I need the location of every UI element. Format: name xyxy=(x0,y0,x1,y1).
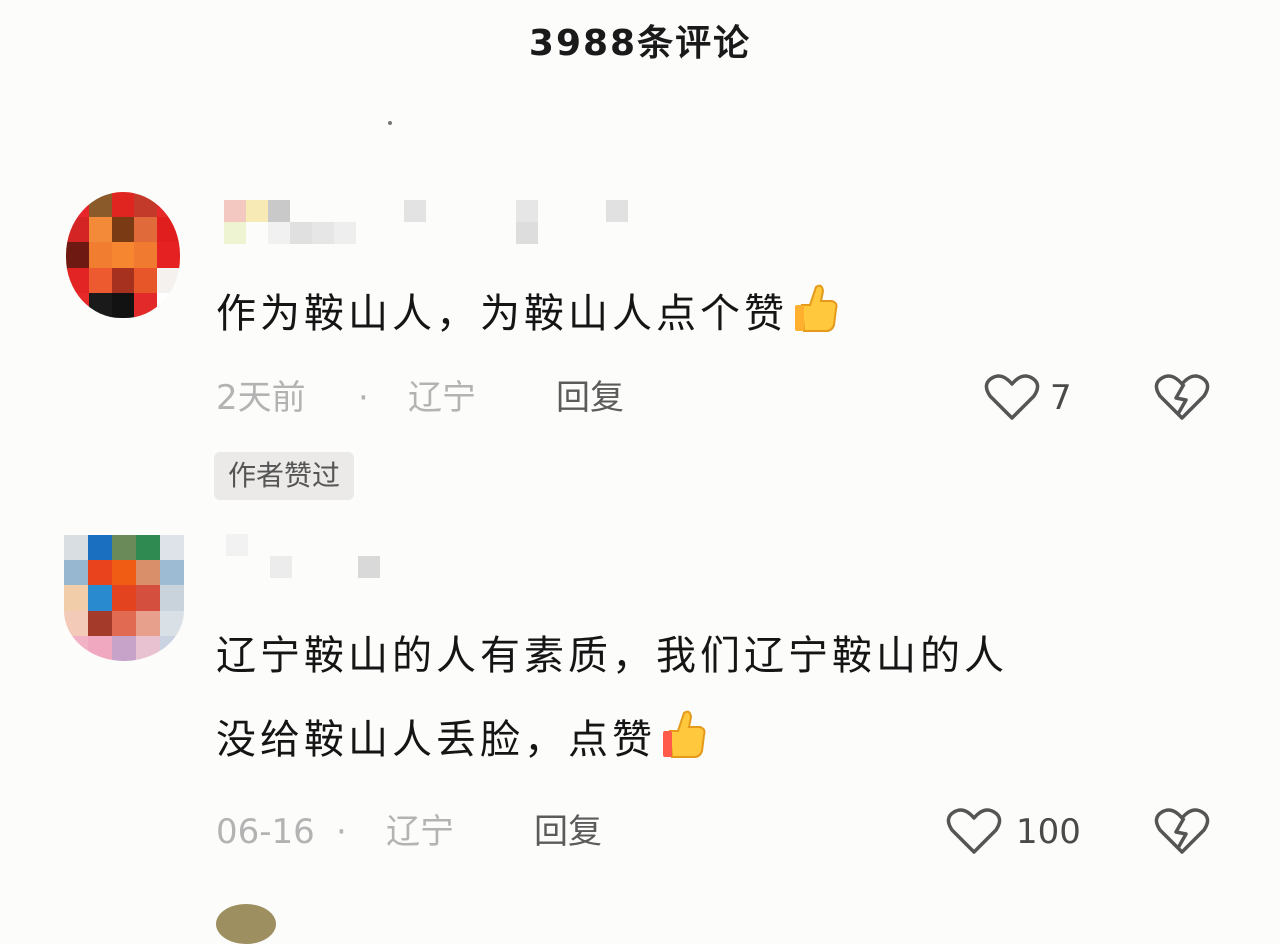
avatar[interactable] xyxy=(66,192,180,318)
separator-dot xyxy=(388,121,392,125)
comment-location: 辽宁 xyxy=(386,812,454,852)
avatar[interactable] xyxy=(64,535,184,661)
dislike-broken-heart-icon[interactable] xyxy=(1154,372,1210,422)
dislike-broken-heart-icon[interactable] xyxy=(1154,806,1210,856)
like-count: 100 xyxy=(1016,812,1081,852)
avatar[interactable] xyxy=(216,904,276,944)
meta-separator: · xyxy=(336,812,347,852)
heart-icon[interactable] xyxy=(984,372,1040,422)
comment-meta: 2天前 · 辽宁 回复 7 xyxy=(216,372,1276,424)
comment-text-line: 辽宁鞍山的人有素质，我们辽宁鞍山的人 xyxy=(216,633,1008,679)
comment-text-line: 没给鞍山人丢脸，点赞 xyxy=(216,698,1216,782)
thumbs-up-icon xyxy=(795,284,838,332)
author-liked-badge: 作者赞过 xyxy=(214,452,355,500)
meta-separator: · xyxy=(358,378,369,418)
comment-count-title: 3988条评论 xyxy=(528,23,752,64)
reply-button[interactable]: 回复 xyxy=(556,372,624,424)
username-pixelated[interactable] xyxy=(224,200,634,248)
comment-text: 作为鞍山人，为鞍山人点个赞 xyxy=(216,272,1216,356)
comment-time: 2天前 xyxy=(216,378,306,418)
heart-icon[interactable] xyxy=(946,806,1002,856)
username-pixelated[interactable] xyxy=(226,534,386,582)
reply-button[interactable]: 回复 xyxy=(534,806,602,858)
comment-time: 06-16 xyxy=(216,812,315,852)
comment-text: 辽宁鞍山的人有素质，我们辽宁鞍山的人 没给鞍山人丢脸，点赞 xyxy=(216,614,1216,782)
comment-meta: 06-16 · 辽宁 回复 100 xyxy=(216,806,1276,858)
comment-location: 辽宁 xyxy=(408,378,476,418)
thumbs-up-icon xyxy=(663,710,706,758)
like-count: 7 xyxy=(1050,378,1072,418)
